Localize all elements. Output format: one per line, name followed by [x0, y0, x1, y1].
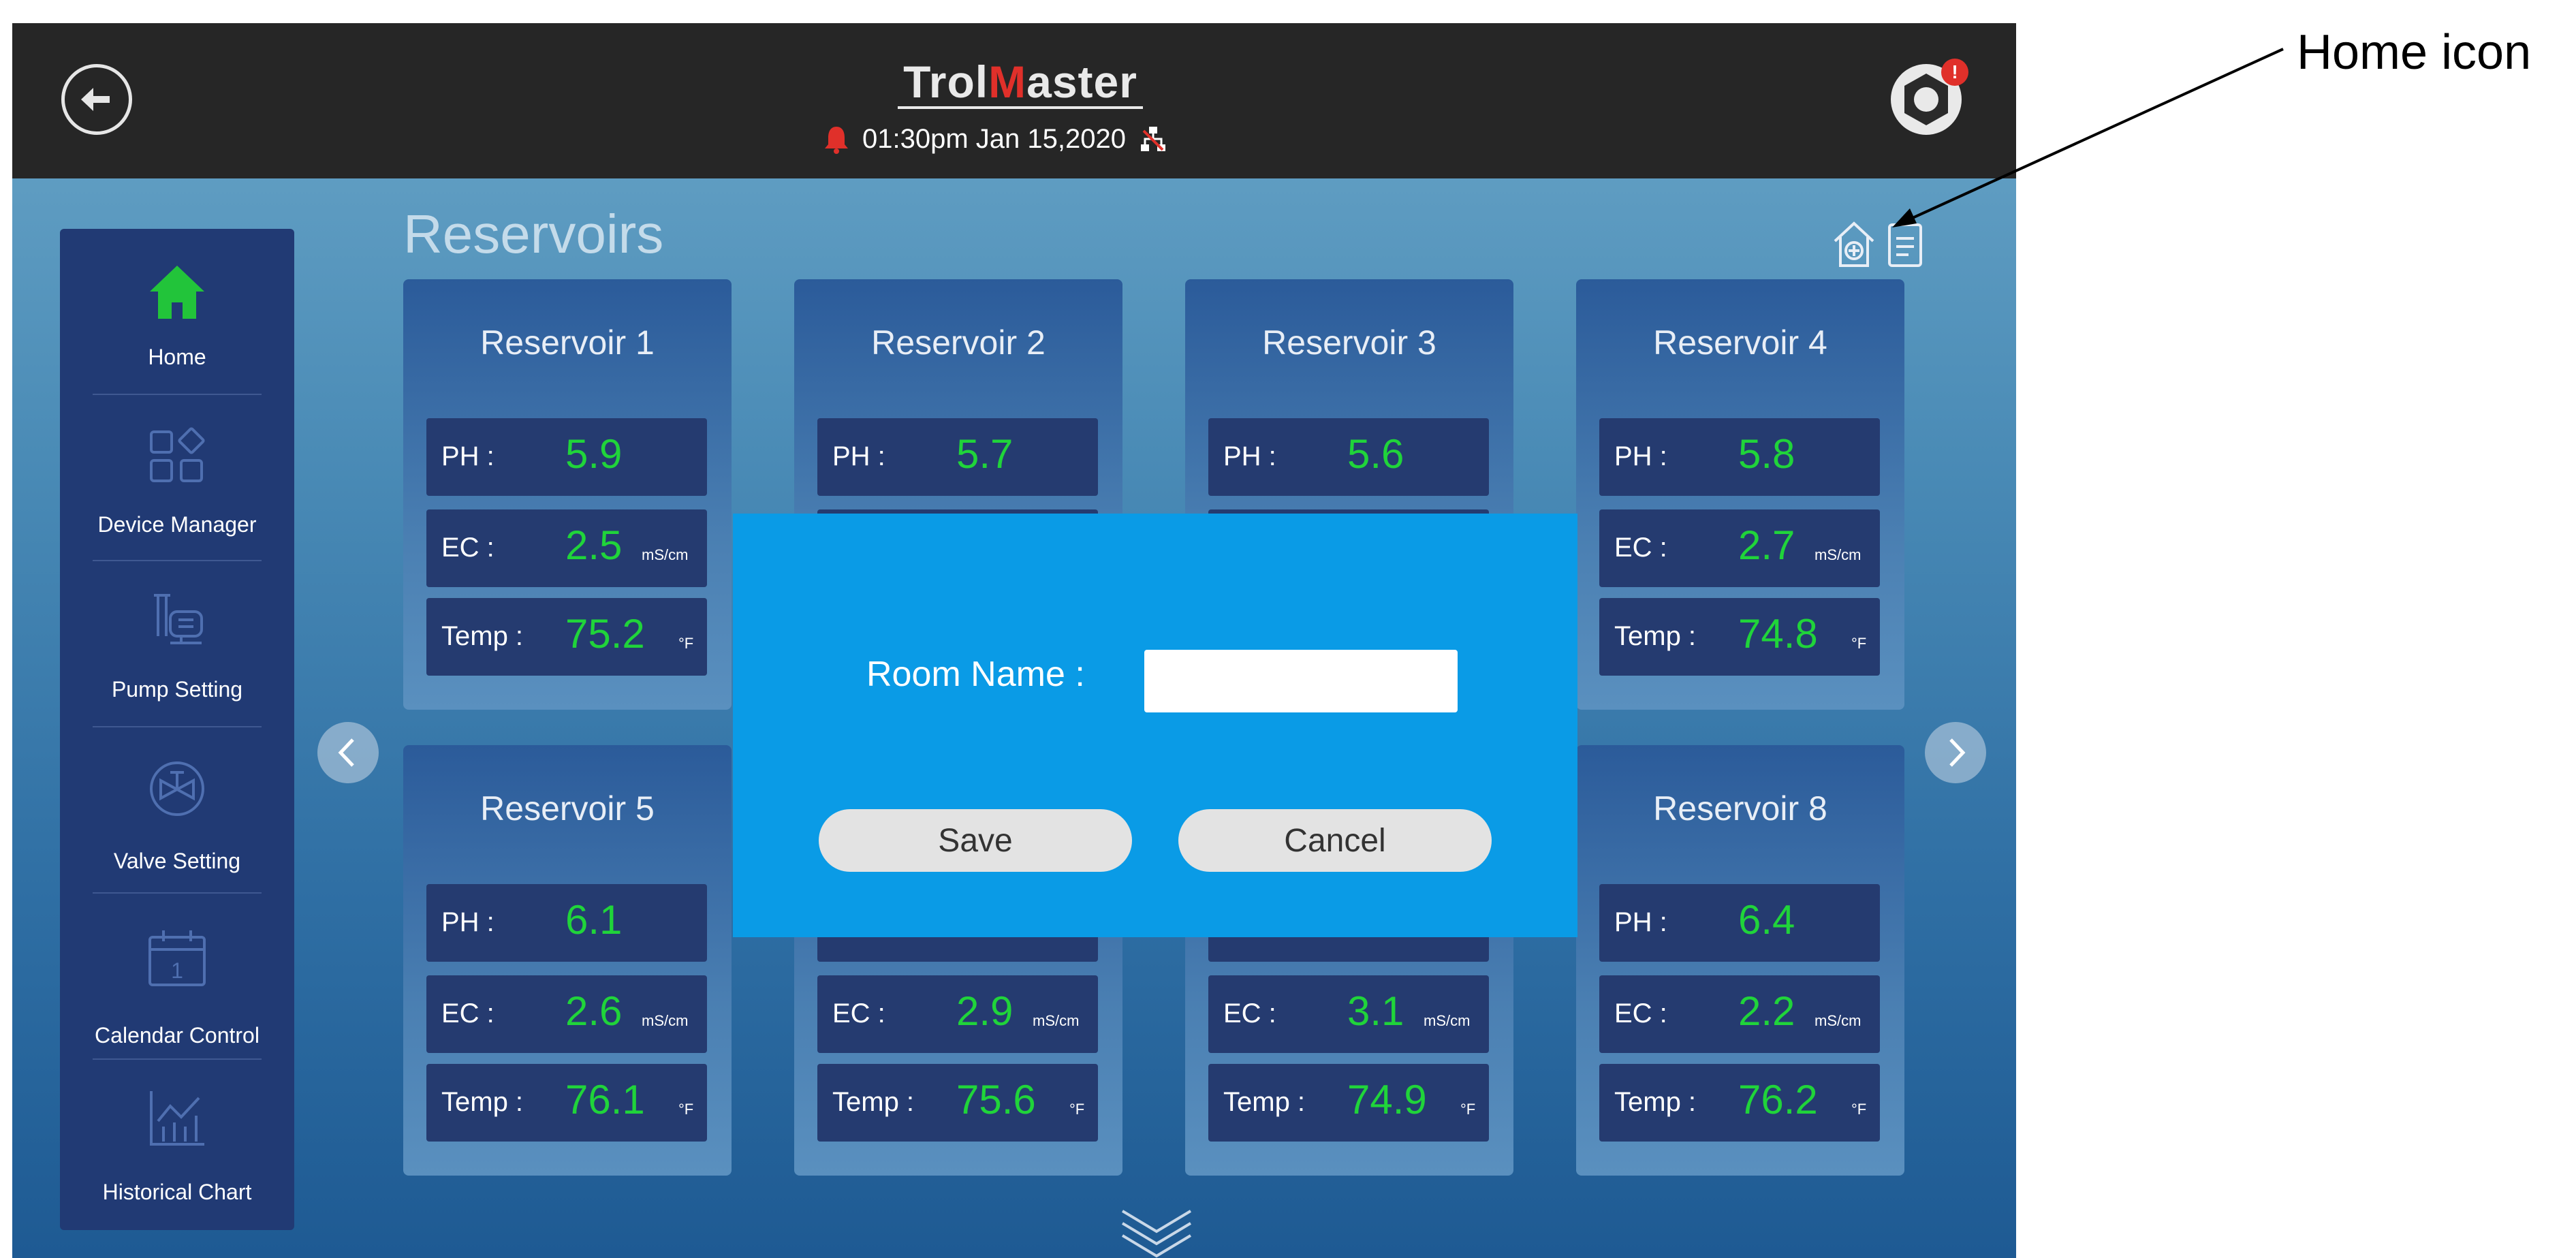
temp-value: 74.8 [1738, 611, 1818, 657]
ph-reading: PH : 6.4 [1599, 884, 1880, 962]
sidebar-item-label: Pump Setting [111, 677, 243, 702]
temp-reading: Temp : 75.2 °F [426, 598, 707, 676]
chevron-right-icon [1949, 738, 1966, 767]
sidebar-item-label: Device Manager [97, 512, 257, 537]
sidebar-item-device-manager[interactable]: Device Manager [60, 395, 294, 561]
ph-reading: PH : 5.6 [1208, 418, 1489, 496]
prev-page-button[interactable] [317, 722, 379, 783]
reservoir-card[interactable]: Reservoir 1 PH : 5.9 EC : 2.5 mS/cm Temp… [403, 279, 732, 710]
sidebar-item-label: Valve Setting [113, 849, 241, 873]
next-page-button[interactable] [1925, 722, 1986, 783]
reservoir-name: Reservoir 4 [1653, 324, 1827, 362]
sidebar-item-pump-setting[interactable]: Pump Setting [60, 561, 294, 727]
ph-value: 6.1 [565, 897, 623, 943]
ec-value: 2.9 [956, 988, 1014, 1034]
ph-reading: PH : 6.1 [426, 884, 707, 962]
reservoir-name: Reservoir 8 [1653, 789, 1827, 828]
valve-icon [150, 761, 204, 816]
temp-unit: °F [1851, 1101, 1867, 1118]
ec-value: 2.5 [565, 522, 623, 568]
ec-value: 2.2 [1738, 988, 1795, 1034]
temp-reading: Temp : 74.9 °F [1208, 1064, 1489, 1142]
room-name-dialog: Room Name : Save Cancel [733, 514, 1577, 937]
temp-unit: °F [1851, 635, 1867, 652]
ec-value: 2.6 [565, 988, 623, 1034]
room-name-input[interactable] [1144, 650, 1458, 712]
ph-reading: PH : 5.9 [426, 418, 707, 496]
sidebar-item-label: Historical Chart [102, 1180, 252, 1204]
ec-unit: mS/cm [642, 546, 689, 563]
temp-unit: °F [678, 1101, 694, 1118]
sidebar-item-historical-chart[interactable]: Historical Chart [60, 1060, 294, 1226]
temp-value: 74.9 [1347, 1077, 1427, 1122]
svg-text:1: 1 [171, 958, 183, 983]
temp-unit: °F [678, 635, 694, 652]
calendar-icon: 1 [148, 930, 206, 986]
save-button[interactable]: Save [819, 809, 1132, 872]
ec-unit: mS/cm [642, 1012, 689, 1029]
temp-value: 76.2 [1738, 1077, 1818, 1122]
ec-value: 3.1 [1347, 988, 1404, 1034]
temp-value: 75.6 [956, 1077, 1036, 1122]
ph-value: 5.7 [956, 431, 1014, 477]
ph-value: 5.8 [1738, 431, 1795, 477]
sidebar-item-label: Home [148, 345, 206, 369]
ec-unit: mS/cm [1033, 1012, 1080, 1029]
room-name-label: Room Name : [866, 655, 1085, 694]
ph-value: 6.4 [1738, 897, 1795, 943]
ec-reading: EC : 3.1 mS/cm [1208, 975, 1489, 1053]
temp-unit: °F [1069, 1101, 1085, 1118]
ec-reading: EC : 2.5 mS/cm [426, 509, 707, 587]
reservoir-card[interactable]: Reservoir 5 PH : 6.1 EC : 2.6 mS/cm Temp… [403, 745, 732, 1176]
ec-unit: mS/cm [1424, 1012, 1471, 1029]
ph-reading: PH : 5.7 [817, 418, 1098, 496]
ec-value: 2.7 [1738, 522, 1795, 568]
temp-reading: Temp : 76.1 °F [426, 1064, 707, 1142]
temp-reading: Temp : 76.2 °F [1599, 1064, 1880, 1142]
ec-reading: EC : 2.6 mS/cm [426, 975, 707, 1053]
temp-value: 76.1 [565, 1077, 645, 1122]
temp-reading: Temp : 74.8 °F [1599, 598, 1880, 676]
ec-reading: EC : 2.2 mS/cm [1599, 975, 1880, 1053]
reservoir-card[interactable]: Reservoir 4 PH : 5.8 EC : 2.7 mS/cm Temp… [1576, 279, 1904, 710]
reservoir-card[interactable]: Reservoir 8 PH : 6.4 EC : 2.2 mS/cm Temp… [1576, 745, 1904, 1176]
annotation-arrow [1892, 48, 2284, 227]
scroll-down-icon[interactable] [1116, 1204, 1197, 1258]
ec-reading: EC : 2.7 mS/cm [1599, 509, 1880, 587]
ph-value: 5.9 [565, 431, 623, 477]
ec-reading: EC : 2.9 mS/cm [817, 975, 1098, 1053]
ph-reading: PH : 5.8 [1599, 418, 1880, 496]
reservoir-name: Reservoir 2 [871, 324, 1046, 362]
reservoir-name: Reservoir 5 [480, 789, 655, 828]
sidebar-item-label: Calendar Control [95, 1023, 260, 1048]
ec-unit: mS/cm [1815, 1012, 1862, 1029]
cancel-button[interactable]: Cancel [1178, 809, 1492, 872]
chevron-left-icon [338, 738, 354, 767]
reservoir-name: Reservoir 1 [480, 324, 655, 362]
pump-icon [154, 594, 203, 644]
ec-unit: mS/cm [1815, 546, 1862, 563]
temp-value: 75.2 [565, 611, 645, 657]
ph-value: 5.6 [1347, 431, 1404, 477]
sidebar: Home Device Manager Pump Setting Valve S… [60, 229, 294, 1230]
sidebar-item-valve-setting[interactable]: Valve Setting [60, 727, 294, 894]
temp-unit: °F [1460, 1101, 1476, 1118]
sidebar-item-calendar-control[interactable]: 1 Calendar Control [60, 894, 294, 1060]
reservoir-name: Reservoir 3 [1262, 324, 1436, 362]
temp-reading: Temp : 75.6 °F [817, 1064, 1098, 1142]
device-manager-icon [150, 427, 205, 482]
chart-icon [150, 1091, 204, 1146]
